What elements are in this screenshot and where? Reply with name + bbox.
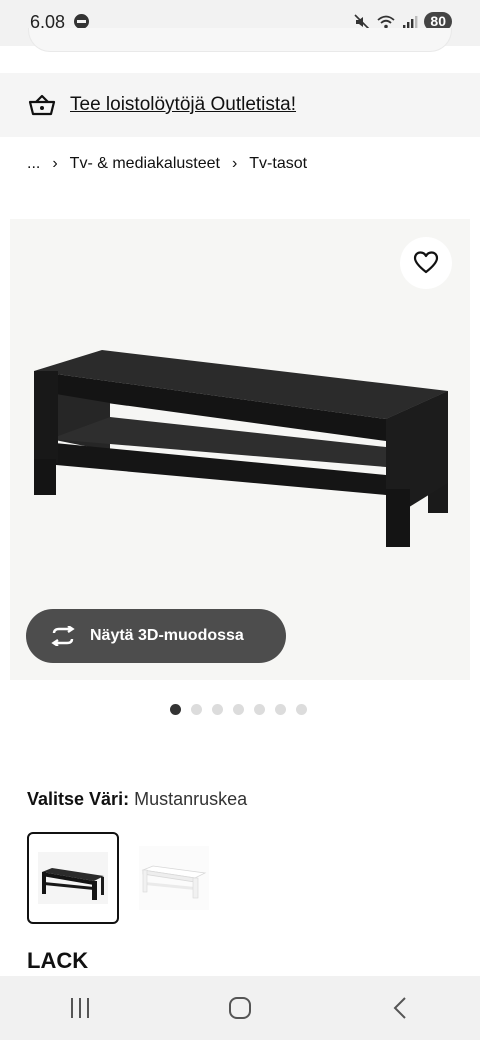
outlet-banner[interactable]: Tee loistolöytöjä Outletista! xyxy=(0,73,480,137)
breadcrumb: ... › Tv- & mediakalusteet › Tv-tasot xyxy=(27,155,307,173)
home-icon xyxy=(229,997,251,1019)
basket-icon xyxy=(28,94,56,116)
recent-apps-icon xyxy=(71,998,89,1018)
carousel-dot[interactable] xyxy=(254,704,265,715)
carousel-dot[interactable] xyxy=(170,704,181,715)
breadcrumb-item-tv-media[interactable]: Tv- & mediakalusteet xyxy=(70,155,220,173)
favourite-button[interactable] xyxy=(400,237,452,289)
product-name: LACK xyxy=(27,948,89,973)
chevron-right-icon: › xyxy=(231,155,238,172)
outlet-link[interactable]: Tee loistolöytöjä Outletista! xyxy=(70,94,296,116)
colour-selector-label: Valitse Väri: Mustanruskea xyxy=(27,789,247,810)
carousel-dot[interactable] xyxy=(296,704,307,715)
carousel-dot[interactable] xyxy=(275,704,286,715)
colour-label: Valitse Väri: xyxy=(27,789,130,809)
chevron-right-icon: › xyxy=(52,155,58,172)
view-3d-button[interactable]: Näytä 3D-muodossa xyxy=(26,609,286,663)
colour-value: Mustanruskea xyxy=(134,789,248,809)
colour-swatch-white[interactable] xyxy=(128,832,220,924)
data-saver-icon xyxy=(74,14,89,29)
colour-swatch-black-brown[interactable] xyxy=(27,832,119,924)
recent-apps-button[interactable] xyxy=(50,988,110,1028)
search-bar[interactable] xyxy=(28,28,452,52)
black-brown-bench-thumbnail xyxy=(38,852,108,904)
breadcrumb-item-tv-stands[interactable]: Tv-tasot xyxy=(249,155,307,173)
breadcrumb-ellipsis[interactable]: ... xyxy=(27,155,40,173)
carousel-dot[interactable] xyxy=(191,704,202,715)
carousel-dot[interactable] xyxy=(212,704,223,715)
back-icon xyxy=(393,997,406,1019)
system-nav-bar xyxy=(0,976,480,1040)
carousel-indicator xyxy=(170,704,307,715)
home-button[interactable] xyxy=(210,988,270,1028)
view-3d-label: Näytä 3D-muodossa xyxy=(90,627,244,644)
white-bench-thumbnail xyxy=(139,846,209,910)
carousel-dot[interactable] xyxy=(233,704,244,715)
heart-icon xyxy=(413,251,439,274)
rotate-3d-icon xyxy=(51,626,75,646)
status-bar: 6.08 80 xyxy=(0,0,480,52)
back-button[interactable] xyxy=(370,988,430,1028)
